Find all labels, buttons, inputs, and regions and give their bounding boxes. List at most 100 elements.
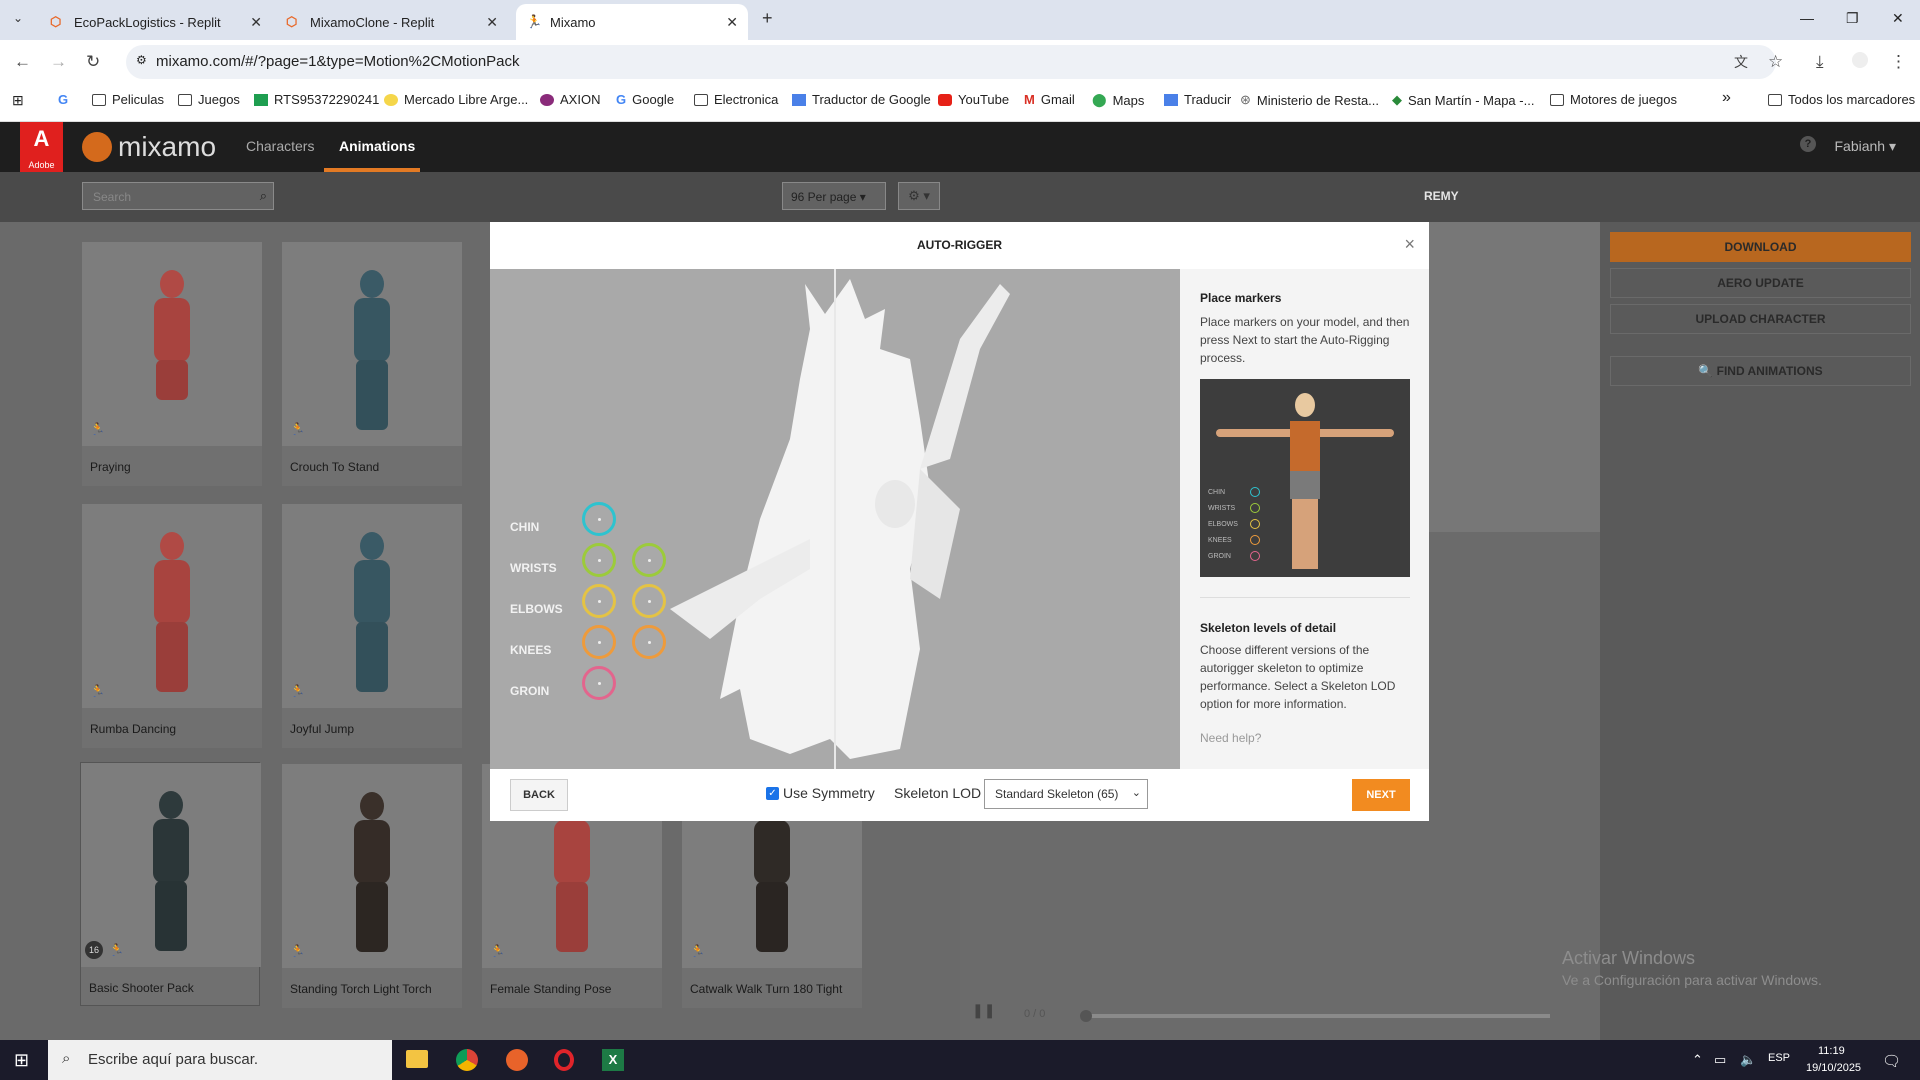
bookmark-maps[interactable]: ⬤ Maps bbox=[1092, 92, 1144, 108]
bookmark-electronica[interactable]: Electronica bbox=[694, 92, 778, 107]
search-icon[interactable]: ⌕ bbox=[260, 188, 267, 204]
marker-label-wrists: WRISTS bbox=[510, 561, 557, 575]
notifications-icon[interactable]: 🗨 bbox=[1882, 1052, 1901, 1070]
apps-icon[interactable]: ⊞ bbox=[12, 92, 24, 109]
volume-icon[interactable]: 🔈 bbox=[1740, 1052, 1756, 1068]
close-icon[interactable]: ✕ bbox=[486, 14, 498, 31]
chrome-icon[interactable] bbox=[456, 1049, 478, 1071]
knee-marker-right[interactable] bbox=[632, 625, 666, 659]
card-label: Standing Torch Light Torch bbox=[290, 982, 432, 996]
back-button[interactable]: BACK bbox=[510, 779, 568, 811]
bookmark-ministerio[interactable]: ⊛ Ministerio de Resta... bbox=[1240, 92, 1379, 108]
elbow-marker-left[interactable] bbox=[582, 584, 616, 618]
download-button[interactable]: DOWNLOAD bbox=[1610, 232, 1911, 262]
timeline-slider[interactable] bbox=[1080, 1010, 1550, 1022]
animation-card[interactable]: 🏃 Rumba Dancing bbox=[82, 504, 262, 748]
close-icon[interactable]: × bbox=[1404, 234, 1415, 255]
taskbar-search-input[interactable]: ⌕ Escribe aquí para buscar. bbox=[48, 1040, 392, 1080]
toolbar bbox=[0, 172, 1920, 222]
need-help-link[interactable]: Need help? bbox=[1200, 729, 1412, 747]
character-figure bbox=[142, 270, 202, 430]
close-icon[interactable]: ✕ bbox=[250, 14, 262, 31]
groin-marker[interactable] bbox=[582, 666, 616, 700]
new-tab-icon[interactable]: + bbox=[762, 8, 773, 29]
window-close-icon[interactable]: ✕ bbox=[1892, 10, 1904, 27]
language-indicator[interactable]: ESP bbox=[1768, 1052, 1790, 1064]
site-info-icon[interactable]: ⚙ bbox=[136, 53, 147, 67]
forward-icon[interactable]: → bbox=[50, 52, 67, 72]
bookmark-peliculas[interactable]: Peliculas bbox=[92, 92, 164, 107]
knee-marker-left[interactable] bbox=[582, 625, 616, 659]
bookmark-youtube[interactable]: YouTube bbox=[938, 92, 1009, 107]
bookmarks-overflow[interactable]: » bbox=[1722, 89, 1731, 107]
file-explorer-icon[interactable] bbox=[406, 1050, 428, 1068]
tab-ecopack[interactable]: ⬡ EcoPackLogistics - Replit ✕ bbox=[40, 4, 272, 40]
translate-icon[interactable]: 文 bbox=[1734, 52, 1748, 72]
google-icon[interactable]: G bbox=[58, 92, 68, 107]
bookmark-axion[interactable]: AXION bbox=[540, 92, 600, 107]
help-icon[interactable]: ? bbox=[1800, 136, 1816, 152]
opera-icon[interactable] bbox=[554, 1049, 574, 1071]
mixamo-logo[interactable]: mixamo bbox=[82, 131, 216, 163]
bookmark-gmail[interactable]: M Gmail bbox=[1024, 92, 1075, 107]
bookmark-juegos[interactable]: Juegos bbox=[178, 92, 240, 107]
bookmark-sanmartin[interactable]: ◆ San Martín - Mapa -... bbox=[1392, 92, 1534, 108]
url-input[interactable]: ⚙ mixamo.com/#/?page=1&type=Motion%2CMoti… bbox=[126, 45, 1776, 79]
download-icon[interactable]: ⤓ bbox=[1816, 52, 1824, 72]
tray-chevron-icon[interactable]: ⌃ bbox=[1692, 1052, 1703, 1068]
bookmark-mercadolibre[interactable]: Mercado Libre Arge... bbox=[384, 92, 528, 107]
animation-card[interactable]: 16 🏃 Basic Shooter Pack bbox=[80, 762, 261, 1006]
restore-icon[interactable]: ❐ bbox=[1846, 10, 1859, 27]
aero-update-button[interactable]: AERO UPDATE bbox=[1610, 268, 1911, 298]
minimize-icon[interactable]: — bbox=[1800, 10, 1814, 26]
use-symmetry-checkbox[interactable]: ✓ Use Symmetry bbox=[766, 785, 875, 801]
next-button[interactable]: NEXT bbox=[1352, 779, 1410, 811]
star-icon[interactable]: ☆ bbox=[1768, 52, 1783, 72]
all-bookmarks[interactable]: Todos los marcadores bbox=[1768, 92, 1915, 107]
per-page-select[interactable]: 96 Per page ▾ bbox=[782, 182, 886, 210]
reload-icon[interactable]: ↻ bbox=[86, 52, 100, 72]
windows-start-icon[interactable]: ⊞ bbox=[14, 1050, 29, 1071]
animation-card[interactable]: 🏃 Joyful Jump bbox=[282, 504, 462, 748]
motion-icon: 🏃 bbox=[690, 944, 705, 958]
excel-icon[interactable]: X bbox=[602, 1049, 624, 1071]
user-menu[interactable]: Fabianh ▾ bbox=[1834, 138, 1896, 155]
pause-icon[interactable]: ❚❚ bbox=[972, 1002, 995, 1019]
tab-mixamo[interactable]: 🏃 Mixamo ✕ bbox=[516, 4, 748, 40]
animation-card[interactable]: 🏃 Praying bbox=[82, 242, 262, 486]
animation-card[interactable]: 🏃 Crouch To Stand bbox=[282, 242, 462, 486]
nav-characters[interactable]: Characters bbox=[246, 138, 314, 154]
menu-icon[interactable]: ⋮ bbox=[1890, 52, 1907, 72]
chin-marker[interactable] bbox=[582, 502, 616, 536]
mercadolibre-icon bbox=[384, 93, 398, 106]
bookmark-google[interactable]: G Google bbox=[616, 92, 674, 107]
back-icon[interactable]: ← bbox=[14, 52, 31, 72]
firefox-icon[interactable] bbox=[506, 1049, 528, 1071]
elbow-marker-right[interactable] bbox=[632, 584, 666, 618]
animation-card[interactable]: 🏃 Standing Torch Light Torch bbox=[282, 764, 462, 1008]
bookmark-label: Peliculas bbox=[112, 92, 165, 107]
close-icon[interactable]: ✕ bbox=[726, 14, 738, 31]
tab-mixamoclone[interactable]: ⬡ MixamoClone - Replit ✕ bbox=[276, 4, 508, 40]
clock-time[interactable]: 11:19 bbox=[1818, 1045, 1845, 1057]
card-thumbnail: 🏃 bbox=[282, 242, 462, 446]
checkbox-checked-icon[interactable]: ✓ bbox=[766, 786, 779, 800]
bookmark-traducir[interactable]: Traducir bbox=[1164, 92, 1231, 107]
search-input[interactable]: Search ⌕ bbox=[82, 182, 274, 210]
settings-dropdown[interactable]: ⚙ ▾ bbox=[898, 182, 940, 210]
nav-animations[interactable]: Animations bbox=[339, 138, 415, 154]
bookmark-traductor[interactable]: Traductor de Google bbox=[792, 92, 931, 107]
bookmark-motores[interactable]: Motores de juegos bbox=[1550, 92, 1677, 107]
bookmark-label: Gmail bbox=[1040, 92, 1075, 107]
find-animations-button[interactable]: 🔍 FIND ANIMATIONS bbox=[1610, 356, 1911, 386]
clock-date[interactable]: 19/10/2025 bbox=[1806, 1062, 1861, 1074]
upload-character-button[interactable]: UPLOAD CHARACTER bbox=[1610, 304, 1911, 334]
profile-icon[interactable] bbox=[1852, 52, 1868, 68]
skeleton-lod-select[interactable]: Standard Skeleton (65) ⌄ bbox=[984, 779, 1148, 809]
wrist-marker-left[interactable] bbox=[582, 543, 616, 577]
wrist-marker-right[interactable] bbox=[632, 543, 666, 577]
timeline-handle[interactable] bbox=[1080, 1010, 1092, 1022]
tab-search-icon[interactable]: ⌄ bbox=[13, 11, 23, 25]
network-icon[interactable]: ▭ bbox=[1714, 1052, 1726, 1068]
bookmark-rts[interactable]: RTS95372290241 bbox=[254, 92, 379, 107]
